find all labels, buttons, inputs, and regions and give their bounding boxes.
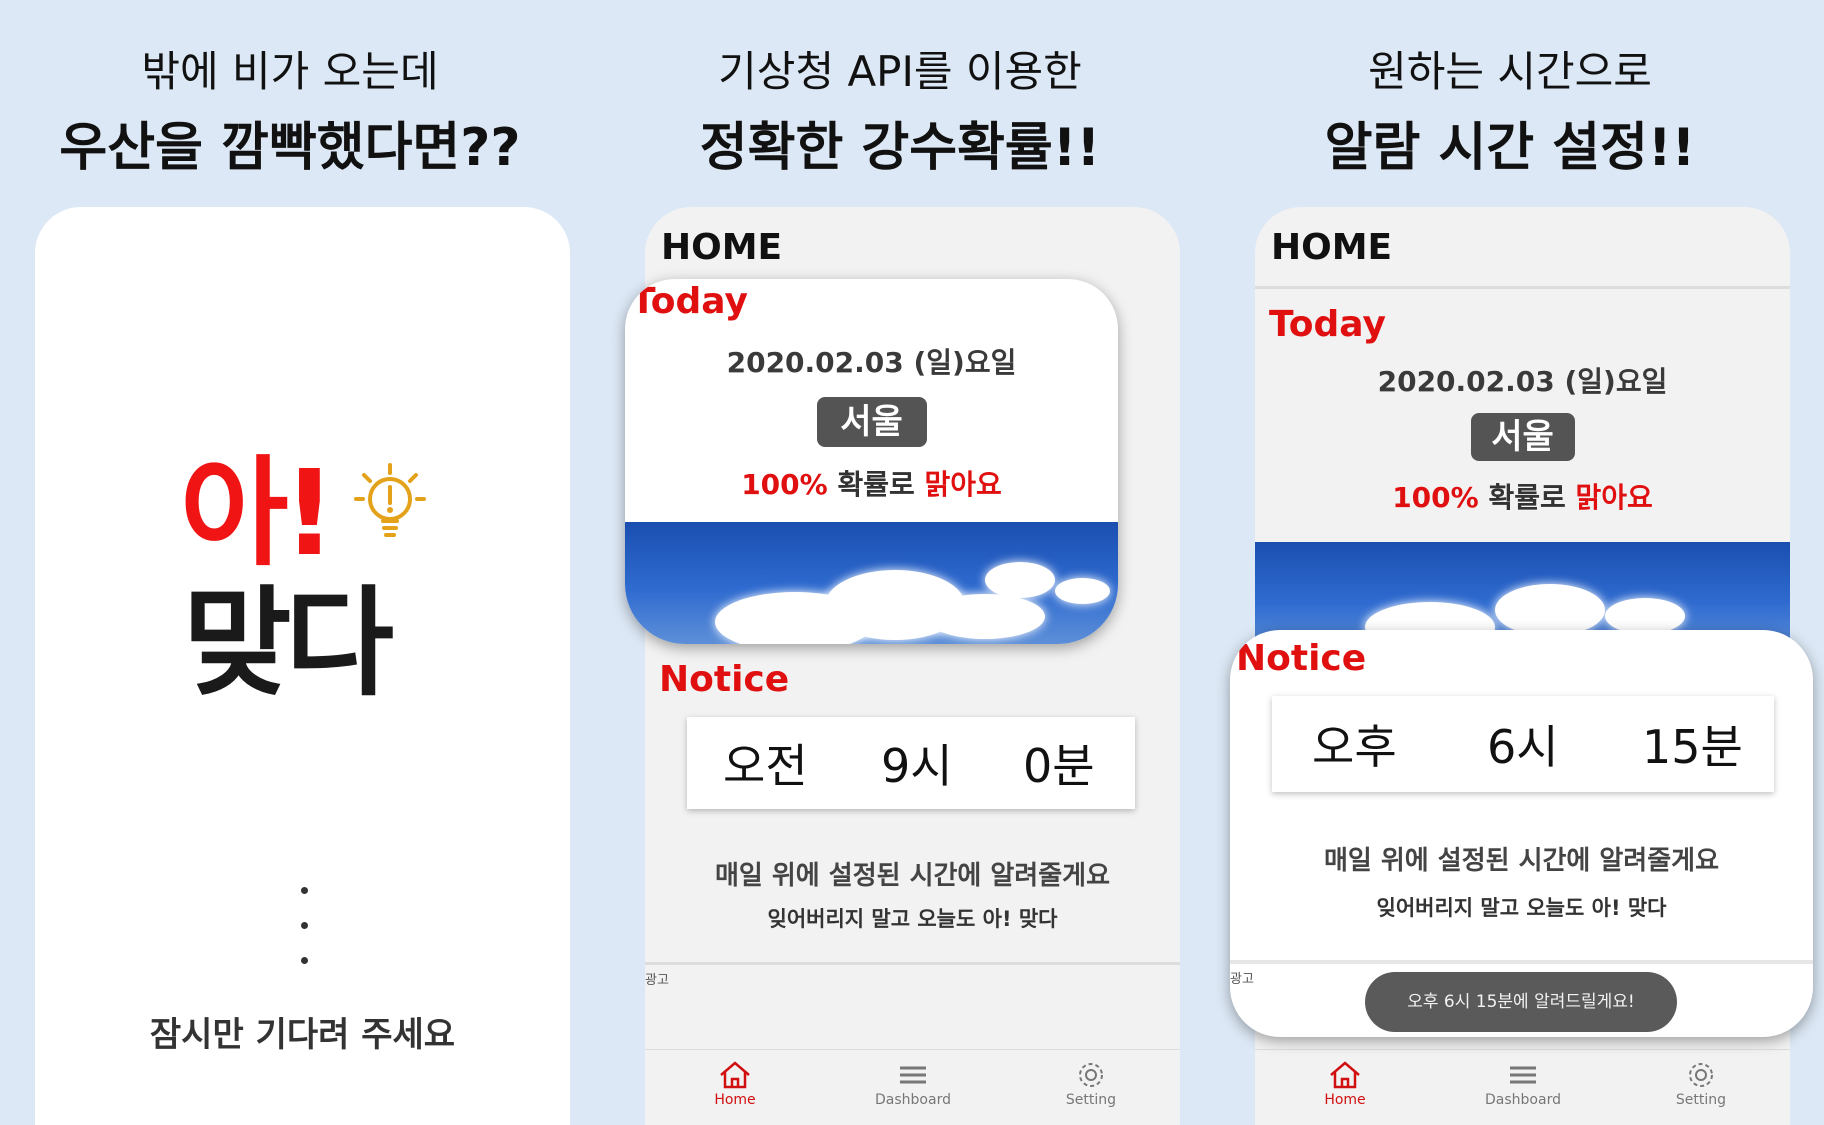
time-ampm: 오후 — [1312, 720, 1397, 774]
nav-home[interactable]: Home — [675, 1060, 795, 1108]
ad-label: 광고 — [645, 973, 669, 988]
notice-message: 매일 위에 설정된 시간에 알려줄게요 — [714, 861, 1110, 891]
city-badge[interactable]: 서울 — [816, 397, 927, 447]
today-card: Today 2020.02.03 (일)요일 서울 100% 확률로 맑아요 — [1255, 302, 1790, 652]
nav-setting[interactable]: Setting — [1641, 1060, 1761, 1108]
cloud-shape — [1055, 578, 1110, 604]
panel-splash: 밖에 비가 오는데 우산을 깜빡했다면?? 아! 맞다 잠시만 기다려 주세요 — [10, 0, 570, 1125]
gear-icon — [1079, 1063, 1103, 1087]
nav-dashboard-label: Dashboard — [1485, 1092, 1561, 1108]
loading-dot — [301, 922, 308, 929]
cloud-shape — [925, 594, 1045, 639]
loading-dots — [295, 887, 315, 992]
bottom-nav: Home Dashboard Setting — [645, 1049, 1180, 1125]
caption-main: 알람 시간 설정!! — [1324, 118, 1696, 178]
cloud-shape — [1495, 584, 1605, 636]
divider — [1255, 286, 1790, 289]
city-badge[interactable]: 서울 — [1470, 413, 1575, 461]
divider — [645, 962, 1180, 965]
today-label: Today — [1269, 304, 1386, 345]
caption-sub: 기상청 API를 이용한 — [718, 47, 1082, 96]
divider — [1230, 960, 1813, 964]
time-minute: 15분 — [1642, 720, 1743, 774]
notice-submessage: 잊어버리지 말고 오늘도 아! 맞다 — [767, 907, 1058, 931]
time-hour: 6시 — [1487, 720, 1559, 774]
menu-icon — [1510, 1066, 1536, 1084]
rain-forecast: 100% 확률로 맑아요 — [625, 463, 1118, 503]
home-icon — [1330, 1061, 1360, 1089]
notice-card-popup: Notice 오후 6시 15분 매일 위에 설정된 시간에 알려줄게요 잊어버… — [1230, 630, 1813, 1037]
time-ampm: 오전 — [723, 739, 808, 793]
gear-icon — [1689, 1063, 1713, 1087]
time-hour: 9시 — [881, 739, 953, 793]
caption-sub: 원하는 시간으로 — [1368, 47, 1652, 96]
menu-icon — [900, 1066, 926, 1084]
nav-setting-label: Setting — [1675, 1092, 1727, 1108]
ad-label: 광고 — [1230, 972, 1254, 987]
notice-section: Notice 오전 9시 0분 매일 위에 설정된 시간에 알려줄게요 잊어버리… — [645, 647, 1180, 957]
rain-percent: 100% — [1392, 481, 1479, 514]
nav-home-label: Home — [1324, 1092, 1366, 1108]
rain-status: 맑아요 — [924, 468, 1002, 501]
toast-message: 오후 6시 15분에 알려드릴게요! — [1365, 972, 1677, 1032]
nav-dashboard[interactable]: Dashboard — [1463, 1060, 1583, 1108]
page-title: HOME — [661, 227, 783, 268]
caption-main: 정확한 강수확률!! — [699, 118, 1101, 178]
logo-text-bottom: 맞다 — [183, 574, 394, 712]
nav-home[interactable]: Home — [1285, 1060, 1405, 1108]
sky-image — [625, 522, 1118, 644]
cloud-shape — [985, 562, 1055, 598]
nav-dashboard[interactable]: Dashboard — [853, 1060, 973, 1108]
app-logo: 아! 맞다 — [35, 417, 570, 712]
lightbulb-icon — [354, 463, 426, 537]
rain-percent: 100% — [741, 468, 828, 501]
date-text: 2020.02.03 (일)요일 — [726, 346, 1017, 379]
time-minute: 0분 — [1023, 739, 1095, 793]
rain-forecast: 100% 확률로 맑아요 — [1255, 476, 1790, 516]
nav-dashboard-label: Dashboard — [875, 1092, 951, 1108]
caption-sub: 밖에 비가 오는데 — [141, 47, 439, 96]
home-icon — [720, 1061, 750, 1089]
alarm-time-display[interactable]: 오후 6시 15분 — [1272, 696, 1774, 792]
wait-message: 잠시만 기다려 주세요 — [149, 1015, 456, 1055]
nav-home-label: Home — [714, 1092, 756, 1108]
alarm-time-display[interactable]: 오전 9시 0분 — [687, 717, 1135, 809]
loading-dot — [301, 887, 308, 894]
bottom-nav: Home Dashboard Setting — [1255, 1049, 1790, 1125]
notice-submessage: 잊어버리지 말고 오늘도 아! 맞다 — [1376, 896, 1667, 920]
panel-forecast: 기상청 API를 이용한 정확한 강수확률!! HOME Notice 오전 9… — [620, 0, 1180, 1125]
page-title: HOME — [1271, 227, 1393, 268]
nav-setting-label: Setting — [1065, 1092, 1117, 1108]
notice-label: Notice — [1236, 638, 1367, 679]
nav-setting[interactable]: Setting — [1031, 1060, 1151, 1108]
loading-dot — [301, 957, 308, 964]
today-label: Today — [631, 281, 748, 322]
rain-status: 맑아요 — [1575, 481, 1653, 514]
phone-screen: 아! 맞다 잠시만 기다려 주세요 — [35, 207, 570, 1125]
notice-message: 매일 위에 설정된 시간에 알려줄게요 — [1323, 846, 1719, 876]
cloud-shape — [1605, 598, 1685, 634]
rain-mid: 확률로 — [1478, 481, 1576, 514]
caption-main: 우산을 깜빡했다면?? — [59, 118, 521, 178]
panel-alarm: 원하는 시간으로 알람 시간 설정!! HOME Today 2020.02.0… — [1230, 0, 1813, 1125]
notice-label: Notice — [659, 659, 790, 700]
today-card-popup: Today 2020.02.03 (일)요일 서울 100% 확률로 맑아요 — [625, 279, 1118, 644]
rain-mid: 확률로 — [827, 468, 925, 501]
date-text: 2020.02.03 (일)요일 — [1377, 365, 1668, 398]
